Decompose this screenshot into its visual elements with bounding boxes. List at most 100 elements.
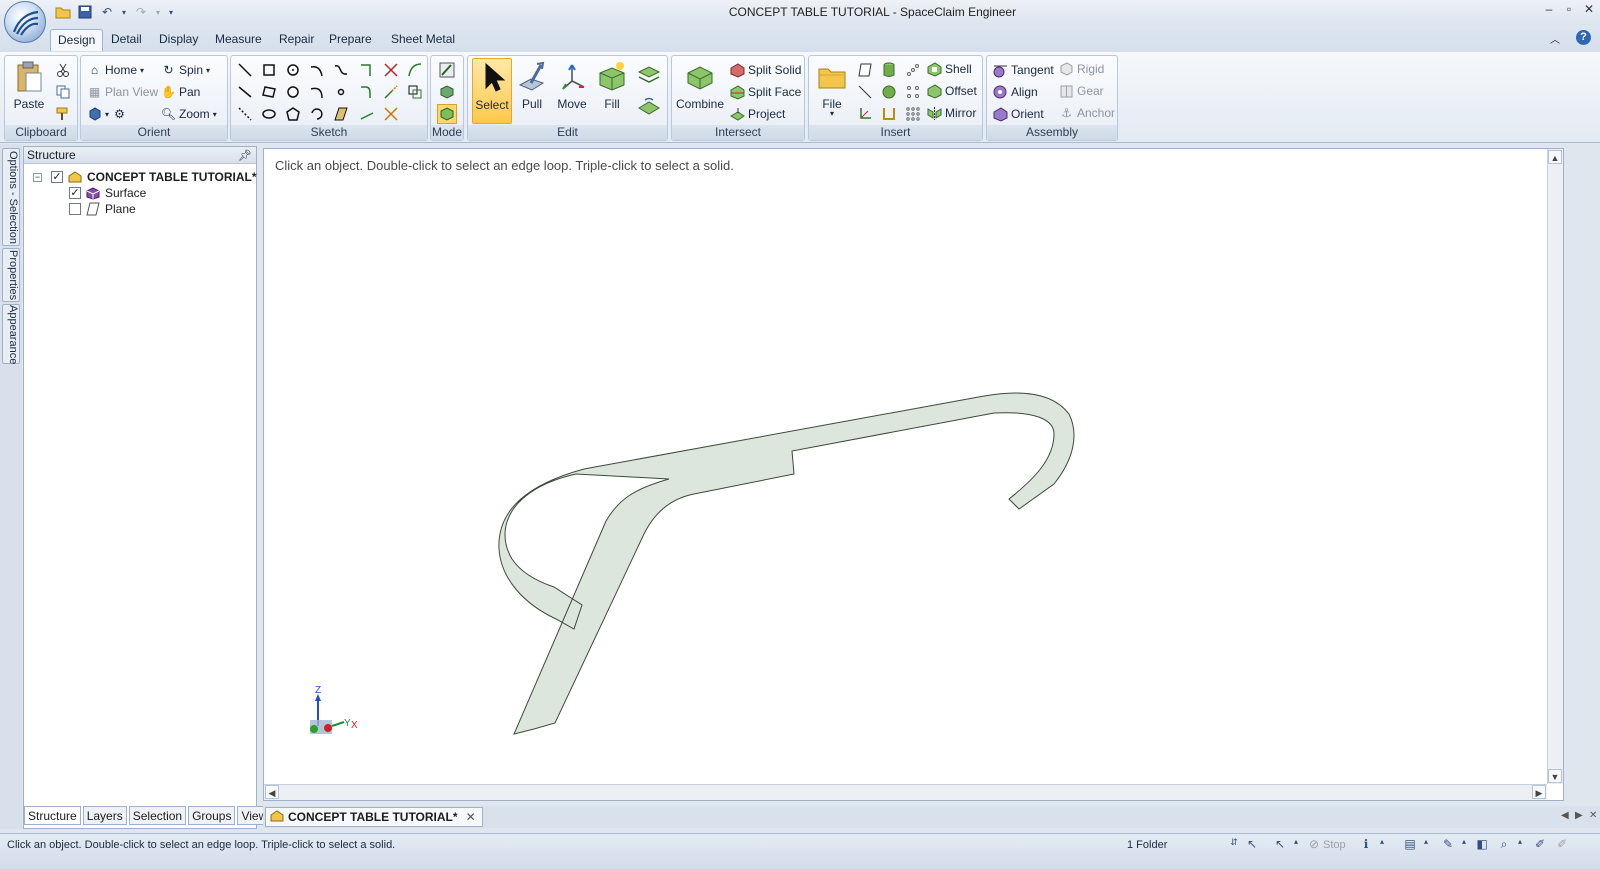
mirror-button[interactable]: Mirror <box>927 103 976 123</box>
format-painter-icon[interactable] <box>53 104 73 124</box>
info-icon[interactable]: ℹ <box>1358 837 1374 853</box>
close-document-icon[interactable]: ✕ <box>466 810 476 824</box>
three-point-circle-icon[interactable] <box>283 82 303 102</box>
tree-item-surface[interactable]: ✓ Surface <box>69 185 146 201</box>
gear-button[interactable]: Gear <box>1059 81 1104 101</box>
hide-icon[interactable]: ◧ <box>1474 837 1490 853</box>
rigid-button[interactable]: Rigid <box>1059 59 1104 79</box>
axis-icon[interactable] <box>855 82 875 102</box>
pin-icon[interactable]: 📌︎ <box>238 148 252 164</box>
tangent-line-icon[interactable] <box>235 82 255 102</box>
paste-button[interactable]: Paste <box>9 58 49 122</box>
view-cube-button[interactable]: ▾ ⚙ <box>87 104 127 124</box>
shell-button[interactable]: Shell <box>927 59 972 79</box>
ellipse-icon[interactable] <box>259 104 279 124</box>
sketch-grid-icon[interactable]: ✎ <box>1440 837 1456 853</box>
close-icon[interactable]: ✕ <box>1580 2 1598 18</box>
help-icon[interactable]: ? <box>1576 30 1591 45</box>
pan-button[interactable]: ✋ Pan <box>161 82 200 102</box>
side-tab-appearance[interactable]: Appearance <box>2 304 20 364</box>
maximize-icon[interactable]: ▫ <box>1560 2 1578 18</box>
circle-icon[interactable] <box>283 60 303 80</box>
curve-icon[interactable] <box>405 60 425 80</box>
fill-button[interactable]: Fill <box>592 58 632 122</box>
minimize-icon[interactable]: – <box>1540 2 1558 18</box>
status-select-cursor-icon[interactable]: ↖ <box>1244 837 1260 853</box>
tree-root-row[interactable]: − ✓ CONCEPT TABLE TUTORIAL* <box>33 169 257 185</box>
select-button[interactable]: Select <box>472 58 512 124</box>
undo-icon[interactable]: ↶ <box>98 3 116 21</box>
tab-detail[interactable]: Detail <box>104 29 149 51</box>
sketch-grid-dropdown-icon[interactable]: ▴ <box>1456 837 1472 853</box>
split-face-button[interactable]: Split Face <box>730 82 801 102</box>
status-zoom-dropdown-icon[interactable]: ▴ <box>1512 837 1528 853</box>
status-pencil-icon[interactable]: ✐ <box>1532 837 1548 853</box>
tab-repair[interactable]: Repair <box>272 29 321 51</box>
vertical-scrollbar[interactable]: ▲ ▼ <box>1547 149 1563 784</box>
plan-view-button[interactable]: ▦ Plan View <box>87 82 158 102</box>
circular-pattern-icon[interactable] <box>903 82 923 102</box>
scroll-down-icon[interactable]: ▼ <box>1548 769 1562 783</box>
save-icon[interactable] <box>76 3 94 21</box>
copy-icon[interactable] <box>53 82 73 102</box>
pull-button[interactable]: Pull <box>512 58 552 122</box>
stop-icon[interactable]: ⊘ <box>1306 837 1322 853</box>
view-mode-dropdown-icon[interactable]: ▴ <box>1418 837 1434 853</box>
home-button[interactable]: ⌂ Home ▾ <box>87 60 144 80</box>
tab-next-icon[interactable]: ▶ <box>1575 810 1583 821</box>
rectangle-icon[interactable] <box>259 60 279 80</box>
bend-icon[interactable] <box>357 104 377 124</box>
design-viewport[interactable]: Click an object. Double-click to select … <box>263 148 1564 801</box>
line-icon[interactable] <box>235 60 255 80</box>
cut-icon[interactable] <box>53 60 73 80</box>
surface-visibility-checkbox[interactable]: ✓ <box>69 187 81 199</box>
status-pointer-dropdown-icon[interactable]: ▴ <box>1288 837 1304 853</box>
file-insert-button[interactable]: File ▾ <box>813 58 851 122</box>
side-tab-properties[interactable]: Properties <box>2 248 20 302</box>
horizontal-scrollbar[interactable]: ◀ ▶ <box>264 784 1547 800</box>
spin-button[interactable]: ↻ Spin ▾ <box>161 60 210 80</box>
arc-tangent-icon[interactable] <box>307 60 327 80</box>
spline-icon[interactable] <box>331 60 351 80</box>
profile-icon[interactable] <box>879 104 899 124</box>
tab-sheet-metal[interactable]: Sheet Metal <box>384 29 462 51</box>
three-point-rectangle-icon[interactable] <box>259 82 279 102</box>
tab-design[interactable]: Design <box>50 29 104 51</box>
scroll-left-icon[interactable]: ◀ <box>265 785 279 799</box>
scroll-right-icon[interactable]: ▶ <box>1532 785 1546 799</box>
move-button[interactable]: Move <box>552 58 592 122</box>
combine-button[interactable]: Combine <box>676 58 724 122</box>
zoom-button[interactable]: 🔍︎ Zoom ▾ <box>161 104 217 124</box>
polygon-icon[interactable] <box>283 104 303 124</box>
panel-tab-groups[interactable]: Groups <box>188 806 236 825</box>
offset-curve-icon[interactable] <box>405 82 425 102</box>
collapse-icon[interactable]: − <box>33 172 42 182</box>
tab-close-all-icon[interactable]: ✕ <box>1589 810 1597 821</box>
cylinder-icon[interactable] <box>879 60 899 80</box>
tree-item-plane[interactable]: Plane <box>69 201 136 217</box>
info-dropdown-icon[interactable]: ▴ <box>1374 837 1390 853</box>
plane-visibility-checkbox[interactable] <box>69 203 81 215</box>
anchor-button[interactable]: ⚓︎ Anchor <box>1059 103 1115 123</box>
sweep-arc-icon[interactable] <box>307 104 327 124</box>
trim-icon[interactable] <box>381 60 401 80</box>
plane-icon[interactable] <box>855 60 875 80</box>
sketch-mode-icon[interactable] <box>437 60 457 80</box>
status-zoom-icon[interactable]: ⌕ <box>1496 837 1512 853</box>
project-button[interactable]: Project <box>730 104 785 124</box>
point-icon[interactable] <box>331 82 351 102</box>
replace-icon[interactable] <box>636 62 662 88</box>
three-point-arc-icon[interactable] <box>307 82 327 102</box>
offset-button[interactable]: Offset <box>927 81 977 101</box>
status-pointer-icon[interactable]: ↖ <box>1272 837 1288 853</box>
tangent-button[interactable]: Tangent <box>993 60 1054 80</box>
face-curve-icon[interactable] <box>331 104 351 124</box>
tab-measure[interactable]: Measure <box>208 29 269 51</box>
corner-icon[interactable] <box>357 60 377 80</box>
panel-tab-selection[interactable]: Selection <box>128 806 187 825</box>
grid-pattern-icon[interactable] <box>903 104 923 124</box>
status-tool-icon[interactable]: ✐ <box>1554 837 1570 853</box>
panel-tab-layers[interactable]: Layers <box>82 806 127 825</box>
sphere-icon[interactable] <box>879 82 899 102</box>
scroll-up-icon[interactable]: ▲ <box>1548 150 1562 164</box>
